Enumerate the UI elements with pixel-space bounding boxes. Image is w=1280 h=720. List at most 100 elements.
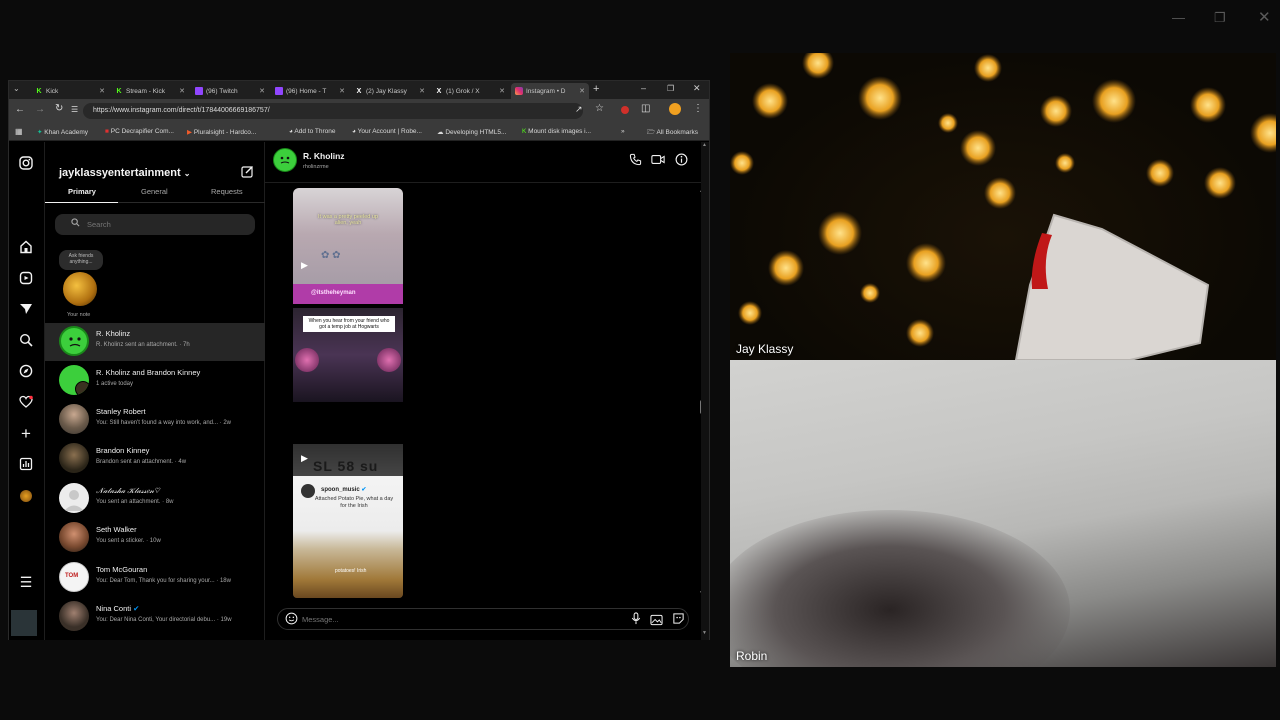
- minimize-icon[interactable]: —: [1172, 10, 1185, 25]
- tab-twitch[interactable]: (96) Twitch ✕: [191, 83, 269, 99]
- thread-avatar[interactable]: [273, 148, 297, 172]
- conversation-item[interactable]: Seth Walker You sent a sticker. · 10w: [45, 519, 265, 557]
- note-bubble[interactable]: Ask friends anything...: [59, 250, 103, 270]
- close-icon[interactable]: ✕: [1258, 8, 1271, 26]
- restore-icon[interactable]: ❐: [1214, 10, 1226, 26]
- tab-close-icon[interactable]: ✕: [499, 87, 505, 95]
- page-scroll-down-icon[interactable]: ▼: [702, 630, 707, 636]
- thread-name[interactable]: R. Kholinz: [303, 151, 345, 161]
- search-icon: [71, 218, 80, 229]
- conversation-preview: You: Dear Nina Conti, Your directorial d…: [96, 617, 232, 623]
- conversation-item[interactable]: Nina Conti ✔ You: Dear Nina Conti, Your …: [45, 598, 265, 636]
- microphone-icon[interactable]: [630, 612, 642, 630]
- home-icon[interactable]: [18, 240, 34, 256]
- win-maximize-icon[interactable]: ❐: [667, 84, 674, 93]
- reels-icon[interactable]: [18, 271, 34, 287]
- tab-kick[interactable]: K Kick ✕: [31, 83, 109, 99]
- bookmark-item[interactable]: ◕ Add to Throne: [289, 128, 335, 135]
- tab-search-icon[interactable]: ⌄: [13, 84, 20, 93]
- my-note-avatar[interactable]: [63, 272, 97, 306]
- bookmark-item[interactable]: ◕ Your Account | Robe...: [352, 128, 422, 135]
- tab-primary[interactable]: Primary: [68, 187, 96, 196]
- instagram-logo-icon[interactable]: [18, 156, 34, 172]
- extensions-icon[interactable]: ◫: [641, 103, 650, 114]
- tab-stream-kick[interactable]: K Stream - Kick ✕: [111, 83, 189, 99]
- reload-icon[interactable]: ↻: [55, 103, 63, 114]
- conversation-item[interactable]: TOM Tom McGouran You: Dear Tom, Thank yo…: [45, 559, 265, 597]
- conversation-preview: 1 active today: [96, 381, 134, 387]
- tab-general[interactable]: General: [141, 187, 168, 196]
- tab-close-icon[interactable]: ✕: [339, 87, 345, 95]
- page-scroll-up-icon[interactable]: ▲: [702, 142, 707, 148]
- install-app-icon[interactable]: ↗: [575, 104, 583, 115]
- explore-icon[interactable]: [18, 364, 34, 380]
- search-icon[interactable]: [18, 333, 34, 349]
- bookmark-item[interactable]: ✦ Khan Academy: [37, 128, 88, 136]
- shared-reel[interactable]: ▶ SL 58 su spoon_music ✔ Attached Potato…: [293, 444, 403, 598]
- tab-x-jay[interactable]: X (2) Jay Klassy ✕: [351, 83, 429, 99]
- back-icon[interactable]: ←: [15, 104, 25, 115]
- conversation-preview: Brandon sent an attachment. · 4w: [96, 459, 187, 465]
- url-field[interactable]: https://www.instagram.com/direct/t/17844…: [83, 103, 583, 119]
- profile-avatar-icon[interactable]: [18, 488, 34, 504]
- menu-kebab-icon[interactable]: ⋮: [693, 103, 703, 114]
- sticker-icon[interactable]: [672, 612, 685, 630]
- tab-instagram[interactable]: Instagram • D ✕: [511, 83, 589, 99]
- conversation-item[interactable]: Brandon Kinney Brandon sent an attachmen…: [45, 440, 265, 478]
- account-switcher[interactable]: jayklassyentertainment ⌄: [59, 167, 190, 179]
- bookmark-item[interactable]: ■ PC Decrapifier Com...: [105, 128, 174, 135]
- new-tab-icon[interactable]: +: [593, 83, 599, 95]
- emoji-icon[interactable]: [285, 612, 298, 630]
- search-input[interactable]: [87, 217, 237, 232]
- tab-twitch-home[interactable]: (96) Home - T ✕: [271, 83, 349, 99]
- conversation-item[interactable]: Stanley Robert You: Still haven't found …: [45, 401, 265, 439]
- message-input[interactable]: [302, 612, 602, 627]
- new-message-icon[interactable]: [241, 165, 254, 183]
- speaker-decor: [295, 348, 319, 372]
- note-bubble-text: Ask friends anything...: [68, 253, 94, 265]
- forward-icon[interactable]: →: [35, 104, 45, 115]
- bookmark-item[interactable]: K Mount disk images i...: [522, 128, 591, 135]
- tab-close-icon[interactable]: ✕: [99, 87, 105, 95]
- create-plus-icon[interactable]: +: [18, 425, 34, 442]
- conversation-name: Nina Conti ✔: [96, 604, 139, 613]
- tab-close-icon[interactable]: ✕: [259, 87, 265, 95]
- conversation-item[interactable]: R. Kholinz R. Kholinz sent an attachment…: [45, 323, 265, 361]
- bookmark-star-icon[interactable]: ☆: [595, 103, 604, 114]
- search-bar[interactable]: [55, 214, 255, 235]
- message-composer[interactable]: [277, 608, 689, 630]
- tab-close-icon[interactable]: ✕: [579, 87, 585, 95]
- more-bookmarks-icon[interactable]: »: [621, 128, 625, 135]
- video-call-icon[interactable]: [651, 153, 665, 171]
- win-close-icon[interactable]: ✕: [693, 83, 701, 94]
- shared-reel[interactable]: When you hear from your friend who got a…: [293, 308, 403, 402]
- reel-user: spoon_music ✔: [321, 486, 366, 493]
- all-bookmarks[interactable]: 🗁 All Bookmarks: [647, 128, 698, 139]
- shared-reel[interactable]: It was a pretty peeled up alien, yeah ✿ …: [293, 188, 403, 304]
- win-minimize-icon[interactable]: –: [641, 83, 646, 93]
- bookmark-item[interactable]: ▶ Pluralsight - Hardco...: [187, 128, 256, 136]
- bookmark-item[interactable]: ☁ Developing HTML5...: [437, 128, 506, 136]
- conversation-item[interactable]: 𝒩𝒶𝓉𝒶𝓈𝒽𝒶 𝒦𝓁𝒶𝓈𝓈𝑒𝓃♡ You sent an attachment.…: [45, 480, 265, 518]
- messages-icon[interactable]: [18, 302, 34, 318]
- tab-label: (1) Grok / X: [446, 87, 480, 95]
- notifications-heart-icon[interactable]: [18, 395, 34, 411]
- leaf-icon: ✦: [37, 129, 43, 136]
- phone-call-icon[interactable]: [629, 153, 642, 171]
- site-info-icon[interactable]: ☰: [71, 105, 78, 114]
- page-scrollbar[interactable]: ▲ ▼: [701, 142, 709, 640]
- image-icon[interactable]: [650, 613, 663, 631]
- info-icon[interactable]: [675, 153, 688, 171]
- bokeh-lights: [730, 53, 1276, 360]
- profile-icon[interactable]: [669, 103, 681, 115]
- tab-grok[interactable]: X (1) Grok / X ✕: [431, 83, 509, 99]
- more-menu-icon[interactable]: ☰: [18, 574, 34, 590]
- dashboard-icon[interactable]: [18, 457, 34, 473]
- tab-close-icon[interactable]: ✕: [179, 87, 185, 95]
- butterfly-decor: ✿ ✿: [321, 250, 341, 261]
- tab-requests[interactable]: Requests: [211, 187, 243, 196]
- tab-close-icon[interactable]: ✕: [419, 87, 425, 95]
- extension-red-icon[interactable]: [621, 106, 629, 114]
- apps-grid-icon[interactable]: ▦: [15, 127, 23, 136]
- conversation-item[interactable]: R. Kholinz and Brandon Kinney 1 active t…: [45, 362, 265, 400]
